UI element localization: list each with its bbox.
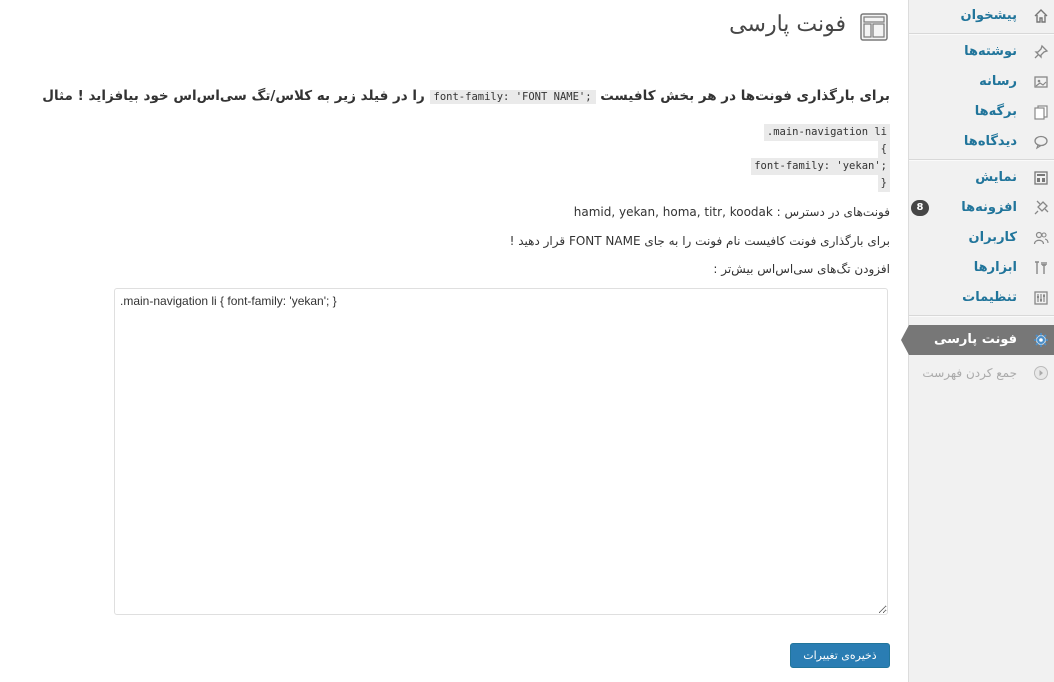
sidebar-separator [909,33,1054,35]
save-changes-button[interactable]: ذخیره‌ی تغییرات [790,643,890,668]
gear-icon [1033,332,1049,348]
example-code-block: .main-navigation li { font-family: 'yeka… [751,124,890,192]
sidebar-separator [909,315,1054,317]
appearance-icon [1033,170,1049,186]
font-name-instruction: برای بارگذاری فونت کافیست نام فونت را به… [509,234,890,248]
comment-icon [1033,134,1049,150]
heading-text-end: را در فیلد زیر به کلاس/تگ سی‌اس‌اس خود ب… [42,88,425,104]
sidebar-item-label: جمع کردن فهرست [922,366,1017,380]
sidebar-item-label: نمایش [975,170,1017,185]
sidebar-item-appearance[interactable]: نمایش [909,163,1054,193]
sidebar-item-label: کاربران [968,230,1017,245]
collapse-icon [1033,365,1049,381]
sidebar-item-comments[interactable]: دیدگاه‌ها [909,127,1054,157]
sidebar-item-label: برگه‌ها [974,104,1017,119]
page-layout-icon [860,13,888,41]
example-line-selector: .main-navigation li [763,124,890,141]
sidebar-item-settings[interactable]: تنظیمات [909,283,1054,313]
sidebar-item-label: نوشته‌ها [964,44,1017,59]
page-title: فونت پارسی [729,12,846,37]
sidebar-item-label: تنظیمات [962,290,1017,305]
sidebar-item-users[interactable]: کاربران [909,223,1054,253]
sidebar-item-label: دیدگاه‌ها [963,134,1017,149]
heading-code-snippet: font-family: 'FONT NAME'; [429,90,596,104]
pin-icon [1033,44,1049,60]
settings-icon [1033,290,1049,306]
custom-css-textarea[interactable]: .main-navigation li { font-family: 'yeka… [114,288,888,615]
media-icon [1033,74,1049,90]
example-line-open-brace: { [877,141,890,158]
sidebar-item-posts[interactable]: نوشته‌ها [909,37,1054,67]
sidebar-item-media[interactable]: رسانه [909,67,1054,97]
heading-text-start: برای بارگذاری فونت‌ها در هر بخش کافیست [600,88,890,104]
example-line-property: font-family: 'yekan'; [751,158,890,175]
pages-icon [1033,104,1049,120]
sidebar-item-persian-font[interactable]: فونت پارسی [901,325,1054,355]
plugin-update-badge: 8 [911,200,929,216]
sidebar-separator [909,159,1054,161]
sidebar-collapse-menu[interactable]: جمع کردن فهرست [909,358,1054,388]
more-css-label: افزودن تگ‌های سی‌اس‌اس بیش‌تر : [713,262,890,276]
sidebar-item-label: پیشخوان [960,8,1018,23]
sidebar-item-dashboard[interactable]: پیشخوان [909,1,1054,31]
admin-sidebar: پیشخوان نوشته‌ها رسانه برگه‌ها دیدگاه‌ها… [901,0,1054,682]
plugin-icon [1033,200,1049,216]
sidebar-item-label: فونت پارسی [933,332,1017,347]
instruction-heading: برای بارگذاری فونت‌ها در هر بخش کافیست f… [42,88,890,104]
users-icon [1033,230,1049,246]
sidebar-item-plugins[interactable]: افزونه‌ها 8 [909,193,1054,223]
sidebar-item-label: افزونه‌ها [961,200,1017,215]
sidebar-item-label: رسانه [979,74,1017,89]
home-icon [1033,8,1049,24]
main-content: فونت پارسی برای بارگذاری فونت‌ها در هر ب… [0,0,908,682]
sidebar-item-pages[interactable]: برگه‌ها [909,97,1054,127]
example-line-close-brace: } [877,175,890,192]
css-textarea-wrapper: .main-navigation li { font-family: 'yeka… [114,288,888,615]
sidebar-item-label: ابزارها [973,260,1017,275]
tools-icon [1033,260,1049,276]
available-fonts-text: فونت‌های در دسترس : hamid, yekan, homa, … [573,205,890,219]
current-item-arrow [901,325,909,355]
sidebar-item-tools[interactable]: ابزارها [909,253,1054,283]
